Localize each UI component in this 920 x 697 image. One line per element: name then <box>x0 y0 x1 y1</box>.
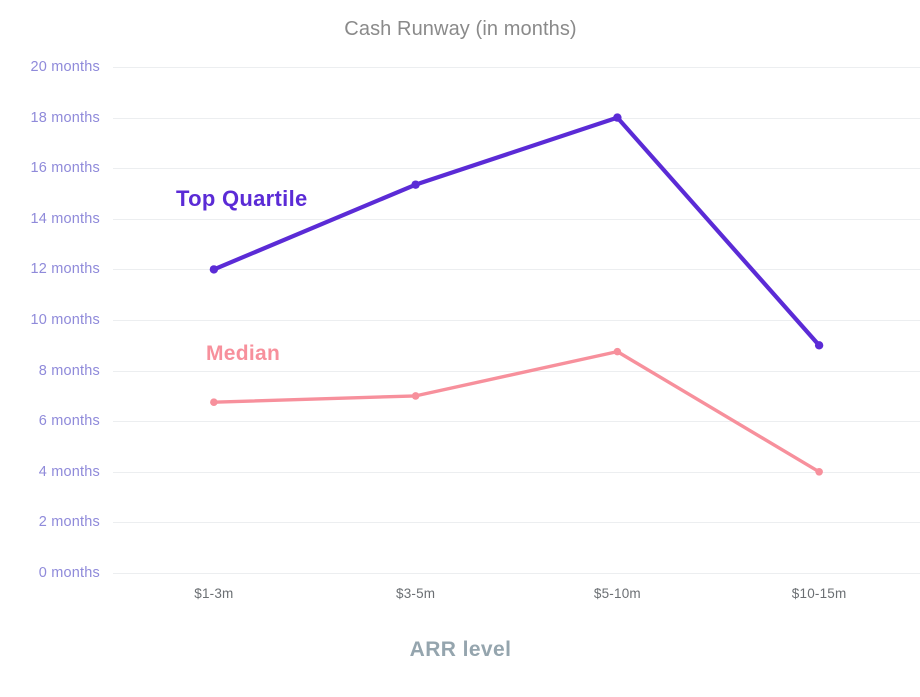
y-axis-tick-label: 10 months <box>30 312 100 328</box>
x-axis-tick-label: $3-5m <box>395 586 436 601</box>
y-axis-tick-label: 16 months <box>30 160 100 177</box>
x-axis-tick-label: $1-3m <box>194 586 234 601</box>
gridline <box>113 320 920 321</box>
y-axis-tick-label: 20 months <box>30 59 100 75</box>
y-axis: 20 months 18 months 16 months 14 months 12 m… <box>0 0 100 697</box>
y-axis-tick-label: 6 months <box>38 413 100 430</box>
y-axis-tick-label: 18 months <box>30 109 100 126</box>
y-axis-tick-label: 4 months <box>38 463 100 480</box>
y-axis-tick-label: 2 months <box>38 514 100 531</box>
gridline <box>113 421 920 423</box>
y-axis-tick-label: 8 months <box>38 362 100 379</box>
gridline <box>113 218 920 220</box>
plot-area <box>113 67 920 574</box>
gridline <box>113 168 920 170</box>
y-axis-tick-label: 14 months <box>30 210 100 227</box>
gridline <box>113 370 920 372</box>
gridline <box>113 117 920 119</box>
series-label-median: Median <box>206 342 281 365</box>
chart-title: Cash Runway (in months) <box>344 18 577 40</box>
x-axis-title: ARR level <box>409 638 512 661</box>
x-axis-tick-label: $10-15m <box>791 586 847 601</box>
x-axis-tick-label: $5-10m <box>593 586 641 601</box>
gridline <box>113 522 920 524</box>
gridline <box>113 471 920 473</box>
y-axis-tick-label: 0 months <box>38 565 100 581</box>
gridline <box>113 269 920 271</box>
cash-runway-chart: Cash Runway (in months) 20 months 18 mont… <box>0 0 920 697</box>
gridline <box>113 573 920 574</box>
series-label-top-quartile: Top Quartile <box>176 186 308 211</box>
y-axis-tick-label: 12 months <box>30 261 100 278</box>
gridline <box>113 67 920 68</box>
